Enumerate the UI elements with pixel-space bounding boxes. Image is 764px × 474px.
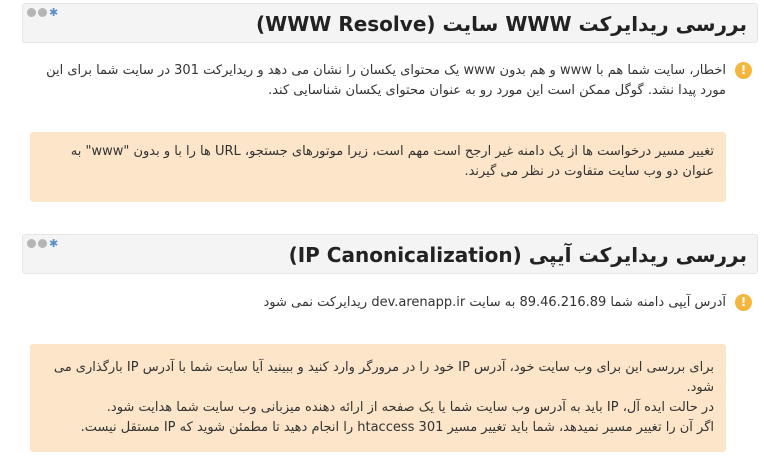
warning-icon: ! (735, 62, 752, 79)
info-note: تغییر مسیر درخواست ها از یک دامنه غیر ار… (30, 132, 726, 202)
collapse-dot-icon[interactable] (27, 8, 36, 17)
note-line: اگر آن را تغییر مسیر نمیدهد، شما باید تغ… (80, 420, 714, 435)
section-header-www-resolve: ✱ بررسی ریدایرکت WWW سایت (WWW Resolve) (22, 3, 758, 43)
close-dot-icon[interactable] (38, 8, 47, 17)
close-dot-icon[interactable] (38, 239, 47, 248)
section-title: بررسی ریدایرکت WWW سایت (WWW Resolve) (256, 12, 747, 36)
section-header-ip-canonicalization: ✱ بررسی ریدایرکت آیپی (IP Canonicalizati… (22, 234, 758, 274)
header-controls: ✱ (27, 238, 58, 249)
warning-text: آدرس آیپی دامنه شما 89.46.216.89 به سایت… (263, 295, 726, 310)
section-title: بررسی ریدایرکت آیپی (IP Canonicalization… (288, 243, 747, 267)
gear-icon[interactable]: ✱ (49, 238, 58, 249)
warning-text: اخطار، سایت شما هم با www و هم بدون www … (46, 63, 726, 98)
note-line: برای بررسی این برای وب سایت خود، آدرس IP… (53, 360, 714, 395)
note-line: تغییر مسیر درخواست ها از یک دامنه غیر ار… (70, 144, 714, 179)
header-controls: ✱ (27, 7, 58, 18)
warning-row: ! آدرس آیپی دامنه شما 89.46.216.89 به سا… (28, 293, 752, 313)
gear-icon[interactable]: ✱ (49, 7, 58, 18)
warning-icon: ! (735, 294, 752, 311)
info-note: برای بررسی این برای وب سایت خود، آدرس IP… (30, 344, 726, 452)
collapse-dot-icon[interactable] (27, 239, 36, 248)
note-line: در حالت ایده آل، IP باید به آدرس وب سایت… (106, 400, 714, 415)
warning-row: ! اخطار، سایت شما هم با www و هم بدون ww… (28, 61, 752, 101)
